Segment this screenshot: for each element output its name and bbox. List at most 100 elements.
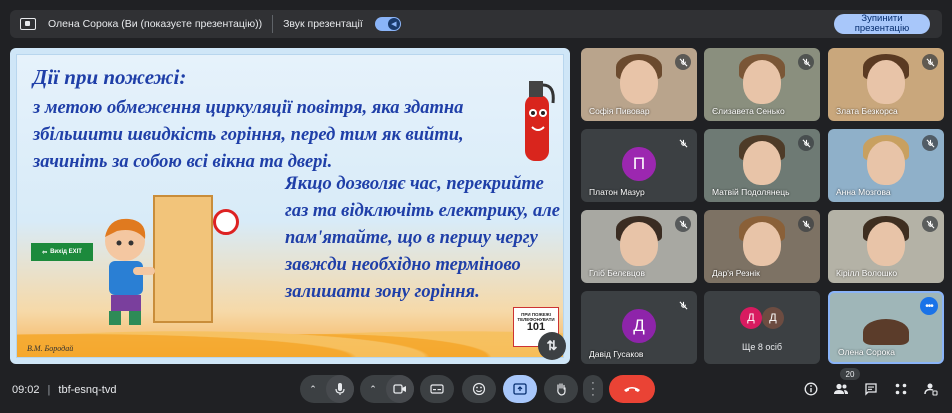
hand-icon	[557, 383, 566, 396]
door-illustration	[153, 195, 213, 323]
participant-face	[620, 60, 658, 104]
participant-name: Олена Сорока	[838, 347, 895, 357]
chat-icon[interactable]	[862, 380, 880, 398]
mic-off-icon	[675, 216, 691, 232]
participant-face	[620, 222, 658, 266]
slide-paragraph-1: з метою обмеження циркуляції повітря, як…	[33, 98, 464, 172]
exit-arrow-icon: ⇦	[42, 249, 48, 256]
more-options-icon[interactable]: •••	[920, 297, 938, 315]
exit-sign-text: Вихід EXIT	[50, 249, 82, 255]
presenter-text: Олена Сорока (Ви (показуєте презентацію)…	[48, 18, 263, 30]
end-call-icon	[624, 387, 640, 392]
mic-off-icon	[675, 297, 691, 313]
participant-name: Гліб Белєвцов	[589, 268, 646, 278]
participant-tile[interactable]: Софія Пивовар	[581, 48, 697, 121]
presentation-sound-toggle[interactable]: ◀	[374, 17, 401, 31]
presentation-slide: Дії при пожежі: з метою обмеження циркул…	[10, 48, 570, 364]
more-options-button[interactable]: · · ·	[583, 375, 603, 403]
exit-sign: ⇦ Вихід EXIT	[31, 243, 93, 261]
meeting-info: 09:02 | tbf-esnq-tvd	[12, 384, 116, 396]
avatar: П	[622, 147, 656, 181]
meeting-code: tbf-esnq-tvd	[58, 384, 117, 396]
meet-window: Олена Сорока (Ви (показуєте презентацію)…	[0, 0, 952, 413]
present-screen-icon	[20, 18, 36, 30]
slide-paragraph-2: Якщо дозволяє час, перекрийте газ та від…	[285, 174, 560, 302]
people-icon[interactable]	[832, 380, 850, 398]
avatar: Д	[622, 309, 656, 343]
camera-button[interactable]	[386, 375, 414, 403]
participant-tile[interactable]: Дар'я Резнік	[704, 210, 820, 283]
mic-off-icon	[798, 54, 814, 70]
slide-content: Дії при пожежі: з метою обмеження циркул…	[16, 54, 564, 358]
participant-tile[interactable]: Гліб Белєвцов	[581, 210, 697, 283]
mic-off-icon	[922, 135, 938, 151]
emoji-icon	[472, 382, 486, 396]
chevron-up-icon[interactable]: ⌃	[300, 375, 326, 403]
participant-face	[867, 141, 905, 185]
child-illustration	[105, 218, 155, 325]
participant-tile[interactable]: Матвій Подолянець	[704, 129, 820, 202]
participant-count-badge: 20	[840, 368, 860, 380]
avatar: Д	[762, 307, 784, 329]
participant-name: Платон Мазур	[589, 187, 645, 197]
participant-name: Дар'я Резнік	[712, 268, 760, 278]
no-fire-sign-icon	[213, 209, 239, 235]
participant-name: Кірілл Волошко	[836, 268, 898, 278]
participant-name: Давід Гусаков	[589, 349, 644, 359]
participant-tile[interactable]: Кірілл Волошко	[828, 210, 944, 283]
participant-name: Матвій Подолянець	[712, 187, 790, 197]
collapse-presentation-button[interactable]: ⇅	[538, 332, 566, 360]
participant-face	[743, 60, 781, 104]
participant-face	[743, 141, 781, 185]
participant-name: Анна Мозгова	[836, 187, 891, 197]
presentation-sound-label: Звук презентації	[283, 18, 363, 30]
captions-icon	[430, 384, 444, 394]
more-participants-tile[interactable]: Д Д Ще 8 осіб	[704, 291, 820, 364]
participant-tile[interactable]: Злата Безкорса	[828, 48, 944, 121]
activities-icon[interactable]	[892, 380, 910, 398]
avatar: Д	[740, 307, 762, 329]
microphone-icon	[335, 383, 345, 395]
present-screen-icon	[513, 383, 527, 395]
participant-face	[743, 222, 781, 266]
meeting-details-icon[interactable]	[802, 380, 820, 398]
participant-tile[interactable]: Анна Мозгова	[828, 129, 944, 202]
camera-control: ⌃	[360, 375, 414, 403]
participant-tile[interactable]: Д Давід Гусаков	[581, 291, 697, 364]
raise-hand-button[interactable]	[544, 375, 578, 403]
participant-name: Єлизавета Сенько	[712, 106, 785, 116]
divider: |	[47, 384, 51, 396]
self-video	[863, 319, 909, 345]
emoji-reaction-button[interactable]	[462, 375, 496, 403]
presentation-banner: Олена Сорока (Ви (показуєте презентацію)…	[10, 10, 942, 38]
mic-off-icon	[675, 135, 691, 151]
leave-call-button[interactable]	[609, 375, 655, 403]
more-participants-label: Ще 8 осіб	[741, 342, 783, 352]
chevron-up-icon[interactable]: ⌃	[360, 375, 386, 403]
camera-icon	[393, 384, 406, 394]
mic-off-icon	[798, 216, 814, 232]
divider	[272, 15, 274, 33]
stop-presenting-button[interactable]: Зупинити презентацію	[834, 14, 930, 34]
slide-title: Дії при пожежі:	[33, 65, 187, 89]
phone-sign-number: 101	[526, 321, 546, 333]
vertical-dots-icon: · · ·	[591, 377, 595, 401]
microphone-button[interactable]	[326, 375, 354, 403]
participant-tile[interactable]: П Платон Мазур	[581, 129, 697, 202]
mic-control: ⌃	[300, 375, 354, 403]
captions-button[interactable]	[420, 375, 454, 403]
mic-off-icon	[675, 54, 691, 70]
host-controls-icon[interactable]	[922, 380, 940, 398]
participant-face	[867, 60, 905, 104]
mic-off-icon	[798, 135, 814, 151]
participant-tile[interactable]: Єлизавета Сенько	[704, 48, 820, 121]
slide-author: В.М. Бородай	[27, 344, 74, 353]
fire-extinguisher-illustration	[525, 81, 555, 161]
control-bar: 09:02 | tbf-esnq-tvd ⌃ ⌃ · · ·	[0, 372, 952, 413]
participant-name: Злата Безкорса	[836, 106, 898, 116]
participant-face	[867, 222, 905, 266]
speaker-icon: ◀	[387, 18, 400, 30]
participant-name: Софія Пивовар	[589, 106, 650, 116]
present-now-button[interactable]	[503, 375, 537, 403]
self-view-tile[interactable]: ••• Олена Сорока	[828, 291, 944, 364]
